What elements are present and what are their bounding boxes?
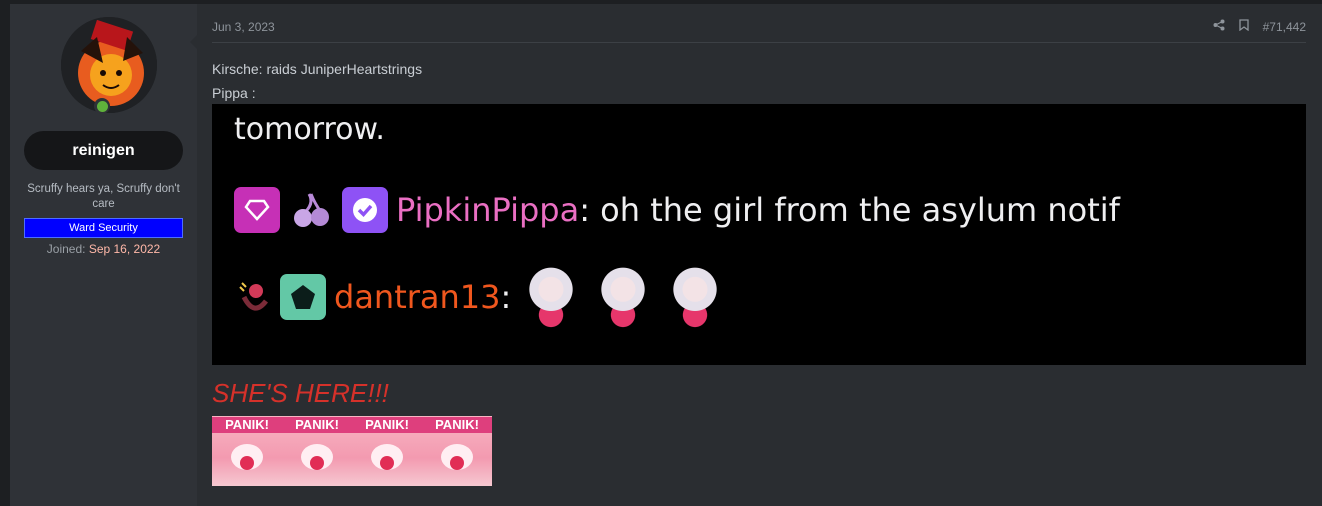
post-line-2: Pippa : <box>212 85 256 101</box>
panik-label: PANIK! <box>282 417 352 433</box>
panik-label: PANIK! <box>422 417 492 433</box>
panik-emote: PANIK! <box>212 416 282 486</box>
heart-emote-icon <box>591 265 656 329</box>
gem-badge-icon <box>234 187 280 233</box>
pentagon-badge-icon <box>280 274 326 320</box>
post-date[interactable]: Jun 3, 2023 <box>212 20 275 34</box>
avatar-image <box>61 17 157 113</box>
heart-emote-icon <box>519 265 584 329</box>
verified-badge-icon <box>342 187 388 233</box>
user-sidebar: reinigen Scruffy hears ya, Scruffy don't… <box>10 4 197 506</box>
chat-message-1: : oh the girl from the asylum notif <box>579 191 1120 229</box>
embed-top-text: tomorrow. <box>234 112 385 147</box>
user-title: Scruffy hears ya, Scruffy don't care <box>27 183 180 210</box>
chat-user-dantran13: dantran13 <box>334 278 501 316</box>
bookmark-icon[interactable] <box>1238 19 1249 34</box>
joined-date: Sep 16, 2022 <box>88 242 161 256</box>
chat-line-1: PipkinPippa : oh the girl from the asylu… <box>234 187 1120 233</box>
panik-label: PANIK! <box>212 417 282 433</box>
post-line-1: Kirsche: raids JuniperHeartstrings <box>212 61 423 77</box>
username[interactable]: reinigen <box>24 131 183 170</box>
header-divider <box>212 42 1306 43</box>
avatar[interactable] <box>61 17 157 113</box>
joined-label: Joined: <box>46 242 86 256</box>
chat-screenshot: tomorrow. PipkinPippa : oh the girl from… <box>212 104 1306 365</box>
panik-emote-row: PANIK! PANIK! PANIK! PANIK! <box>212 416 492 486</box>
panik-label: PANIK! <box>352 417 422 433</box>
panik-emote: PANIK! <box>352 416 422 486</box>
post: reinigen Scruffy hears ya, Scruffy don't… <box>10 4 1322 506</box>
post-number[interactable]: #71,442 <box>1263 20 1306 34</box>
share-icon[interactable] <box>1213 19 1225 34</box>
chat-user-pipkinpippa: PipkinPippa <box>396 191 580 229</box>
panik-emote: PANIK! <box>282 416 352 486</box>
heart-emote-icon <box>663 265 728 329</box>
online-status-icon <box>94 98 110 114</box>
user-badge: Ward Security <box>24 218 183 238</box>
panik-emote: PANIK! <box>422 416 492 486</box>
joined-info: Joined: Sep 16, 2022 <box>18 242 189 256</box>
bomb-badge-icon <box>234 274 274 320</box>
chat-line-2: dantran13 : <box>234 265 728 329</box>
sidebar-pointer <box>190 34 198 50</box>
cherry-badge-icon <box>288 187 334 233</box>
post-actions: #71,442 <box>1213 19 1306 34</box>
chat-message-2: : <box>500 278 512 316</box>
post-heading: SHE'S HERE!!! <box>212 378 389 408</box>
